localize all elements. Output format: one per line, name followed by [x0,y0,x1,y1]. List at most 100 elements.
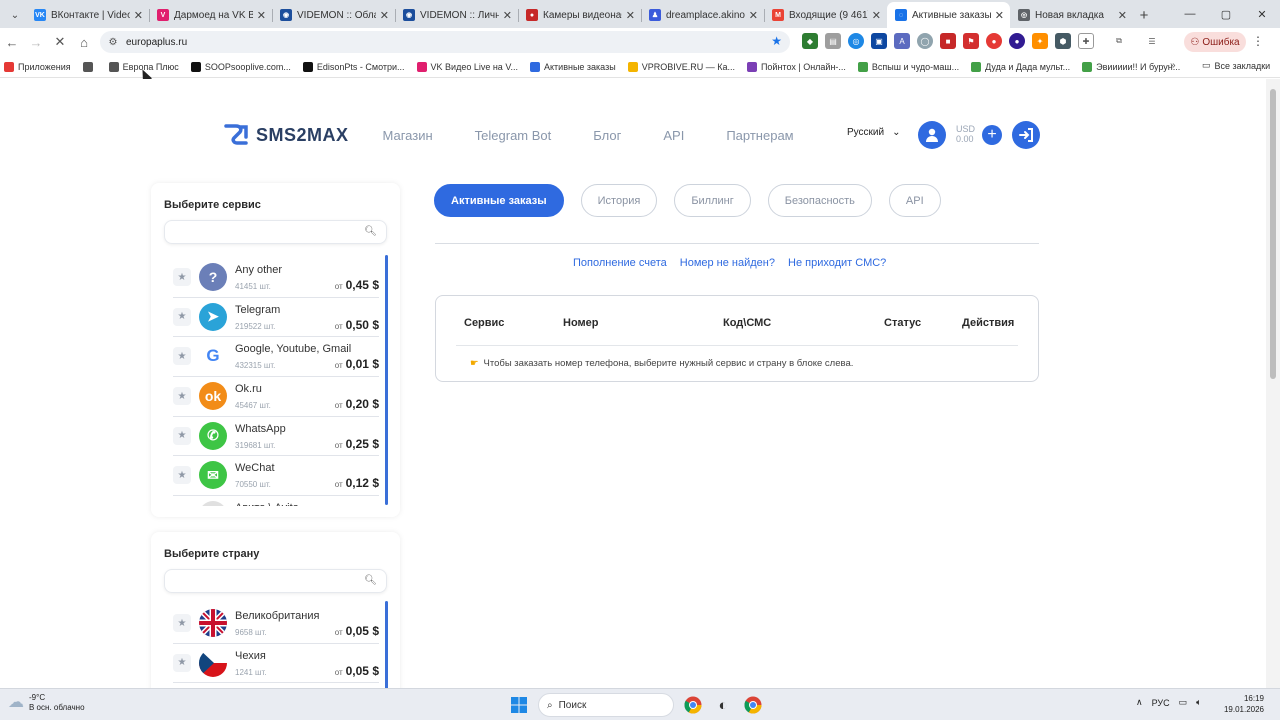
forward-icon[interactable]: → [24,30,48,54]
tab-search-icon[interactable]: ⌄ [4,2,26,28]
tab-orders-0[interactable]: Активные заказы [434,184,564,217]
extension-icon[interactable]: ⬢ [1055,33,1071,49]
service-search-input[interactable]: 🔍︎ [164,220,387,244]
bookmark-item[interactable] [82,61,97,72]
bookmark-item[interactable]: Пойнтох | Онлайн-... [746,61,846,72]
help-link[interactable]: Не приходит СМС? [788,257,886,269]
bookmark-item[interactable]: Дуда и Дада мульт... [971,61,1070,72]
network-icon[interactable]: ▭ [1179,697,1188,708]
country-item[interactable]: ★ Великобритания 9658 шт. от 0,05 $ [173,604,379,644]
scrollbar-thumb[interactable] [1270,89,1276,379]
close-tab-icon[interactable]: ✕ [749,9,758,22]
bookmark-item[interactable]: Эвиииии!! И бурун... [1082,61,1180,72]
minimize-icon[interactable]: — [1172,0,1208,28]
favorite-star-icon[interactable]: ★ [173,268,191,286]
close-tab-icon[interactable]: ✕ [503,9,512,22]
browser-tab[interactable]: ◌ Активные заказы ✕ [887,2,1010,28]
login-button[interactable] [1012,121,1040,149]
favorite-star-icon[interactable]: ★ [173,466,191,485]
service-item[interactable]: ★ G Google, Youtube, Gmail 432315 шт. от 0,01… [173,337,379,378]
address-bar[interactable]: ⚙ europaplus.ru ★ [100,31,790,53]
tab-orders-3[interactable]: Безопасность [767,184,872,217]
new-tab-button[interactable]: + [1133,2,1155,28]
extension-icon[interactable]: ▤ [825,33,841,49]
bookmark-item[interactable]: Вспыш и чудо-маш... [857,61,959,72]
extension-icon[interactable]: ◆ [802,33,818,49]
bookmark-item[interactable]: Приложения [4,61,71,72]
bookmark-star-icon[interactable]: ★ [771,34,782,48]
all-bookmarks-button[interactable]: ▭ Все закладки [1202,60,1270,71]
browser-tab[interactable]: ◎ Новая вкладка ✕ [1010,2,1133,28]
browser-tab[interactable]: ♟ dreamplace.akinokaz ✕ [641,2,764,28]
service-item[interactable]: ★ ➤ Telegram 219522 шт. от 0,50 $ [173,298,379,338]
bookmark-item[interactable]: EdisonPts - Смотри... [302,61,405,72]
nav-link[interactable]: Блог [593,128,621,143]
obs-icon[interactable]: ◐ [712,694,734,716]
favorite-star-icon[interactable]: ★ [173,347,191,366]
stop-icon[interactable]: ✕ [48,30,72,54]
keyboard-language[interactable]: РУС [1152,698,1170,708]
browser-tab[interactable]: ◉ VIDEMON :: Облачно ✕ [272,2,395,28]
extensions-puzzle-icon[interactable]: ✚ [1078,33,1094,49]
bookmark-item[interactable]: SOOPsooplive.com... [190,61,291,72]
tab-orders-4[interactable]: API [888,184,941,217]
clock[interactable]: 16:19 19.01.2026 [1222,693,1264,715]
extension-icon[interactable]: ● [1009,33,1025,49]
close-tab-icon[interactable]: ✕ [872,9,881,22]
reading-list-icon[interactable]: ☰ [1144,33,1160,49]
service-list-scrollbar[interactable] [385,255,388,505]
nav-link[interactable]: Партнерам [726,128,793,143]
start-icon[interactable] [508,694,530,716]
close-tab-icon[interactable]: ✕ [995,9,1004,22]
browser-tab[interactable]: ◉ VIDEMON :: Личный ✕ [395,2,518,28]
help-link[interactable]: Пополнение счета [573,257,667,269]
service-item[interactable]: ★? Any other 41451 шт. от 0,45 $ [173,258,379,298]
chrome-profile-icon[interactable] [742,694,764,716]
favorite-star-icon[interactable]: ★ [173,387,191,406]
screenshot-icon[interactable]: ⧉ [1111,33,1127,49]
back-icon[interactable]: ← [0,30,24,54]
taskbar-search[interactable]: ⌕ Поиск [538,693,674,717]
browser-tab[interactable]: V Дармоед на VK Виде ✕ [149,2,272,28]
browser-tab[interactable]: M Входящие (9 461) - ✕ [764,2,887,28]
weather-widget[interactable]: ☁ -9°C В осн. облачно [8,693,85,713]
maximize-icon[interactable]: ▢ [1208,0,1244,28]
bookmark-item[interactable]: VK Видео Live на V... [416,61,518,72]
close-window-icon[interactable]: ✕ [1244,0,1280,28]
nav-link[interactable]: API [663,128,684,143]
site-logo[interactable]: SMS2MAX [222,123,349,147]
service-item[interactable]: ★ ✉ WeChat 70550 шт. от 0,12 $ [173,456,379,497]
site-info-icon[interactable]: ⚙ [106,35,120,49]
language-select[interactable]: Русский ⌄ [847,127,901,138]
service-item[interactable]: ★ ok Ok.ru 45467 шт. от 0,20 $ [173,377,379,417]
country-item[interactable]: ★ Чехия 1241 шт. от 0,05 $ [173,644,379,684]
extension-icon[interactable]: ■ [940,33,956,49]
chevron-up-icon[interactable]: ∧ [1136,697,1143,708]
favorite-star-icon[interactable]: ★ [173,653,191,672]
bookmark-item[interactable]: Активные заказы [530,61,616,72]
service-item[interactable]: ★Авито \ Avito [173,496,379,506]
browser-tab[interactable]: ● Камеры видеонабл ✕ [518,2,641,28]
nav-link[interactable]: Магазин [383,128,433,143]
home-icon[interactable]: ⌂ [72,30,96,54]
profile-error-button[interactable]: ⚇ Ошибка [1184,32,1246,52]
bookmarks-overflow-icon[interactable]: » [1170,60,1176,71]
service-item[interactable]: ★ ✆ WhatsApp 319681 шт. от 0,25 $ [173,417,379,457]
extension-icon[interactable]: ✦ [1032,33,1048,49]
tab-orders-2[interactable]: Биллинг [674,184,751,217]
extension-icon[interactable]: ▣ [871,33,887,49]
menu-kebab-icon[interactable]: ⋮ [1252,34,1264,48]
volume-icon[interactable]: 🔈︎ [1196,697,1201,708]
help-link[interactable]: Номер не найден? [680,257,775,269]
pdf-icon[interactable]: ⚑ [963,33,979,49]
favorite-star-icon[interactable]: ★ [173,614,191,632]
close-tab-icon[interactable]: ✕ [1118,9,1127,22]
browser-tab[interactable]: VK ВКонтакте | Video En ✕ [26,2,149,28]
nav-link[interactable]: Telegram Bot [475,128,552,143]
close-tab-icon[interactable]: ✕ [257,9,266,22]
close-tab-icon[interactable]: ✕ [380,9,389,22]
chrome-icon[interactable] [682,694,704,716]
country-search-input[interactable]: 🔍︎ [164,569,387,593]
extension-icon[interactable]: ◯ [917,33,933,49]
translate-icon[interactable]: A [894,33,910,49]
